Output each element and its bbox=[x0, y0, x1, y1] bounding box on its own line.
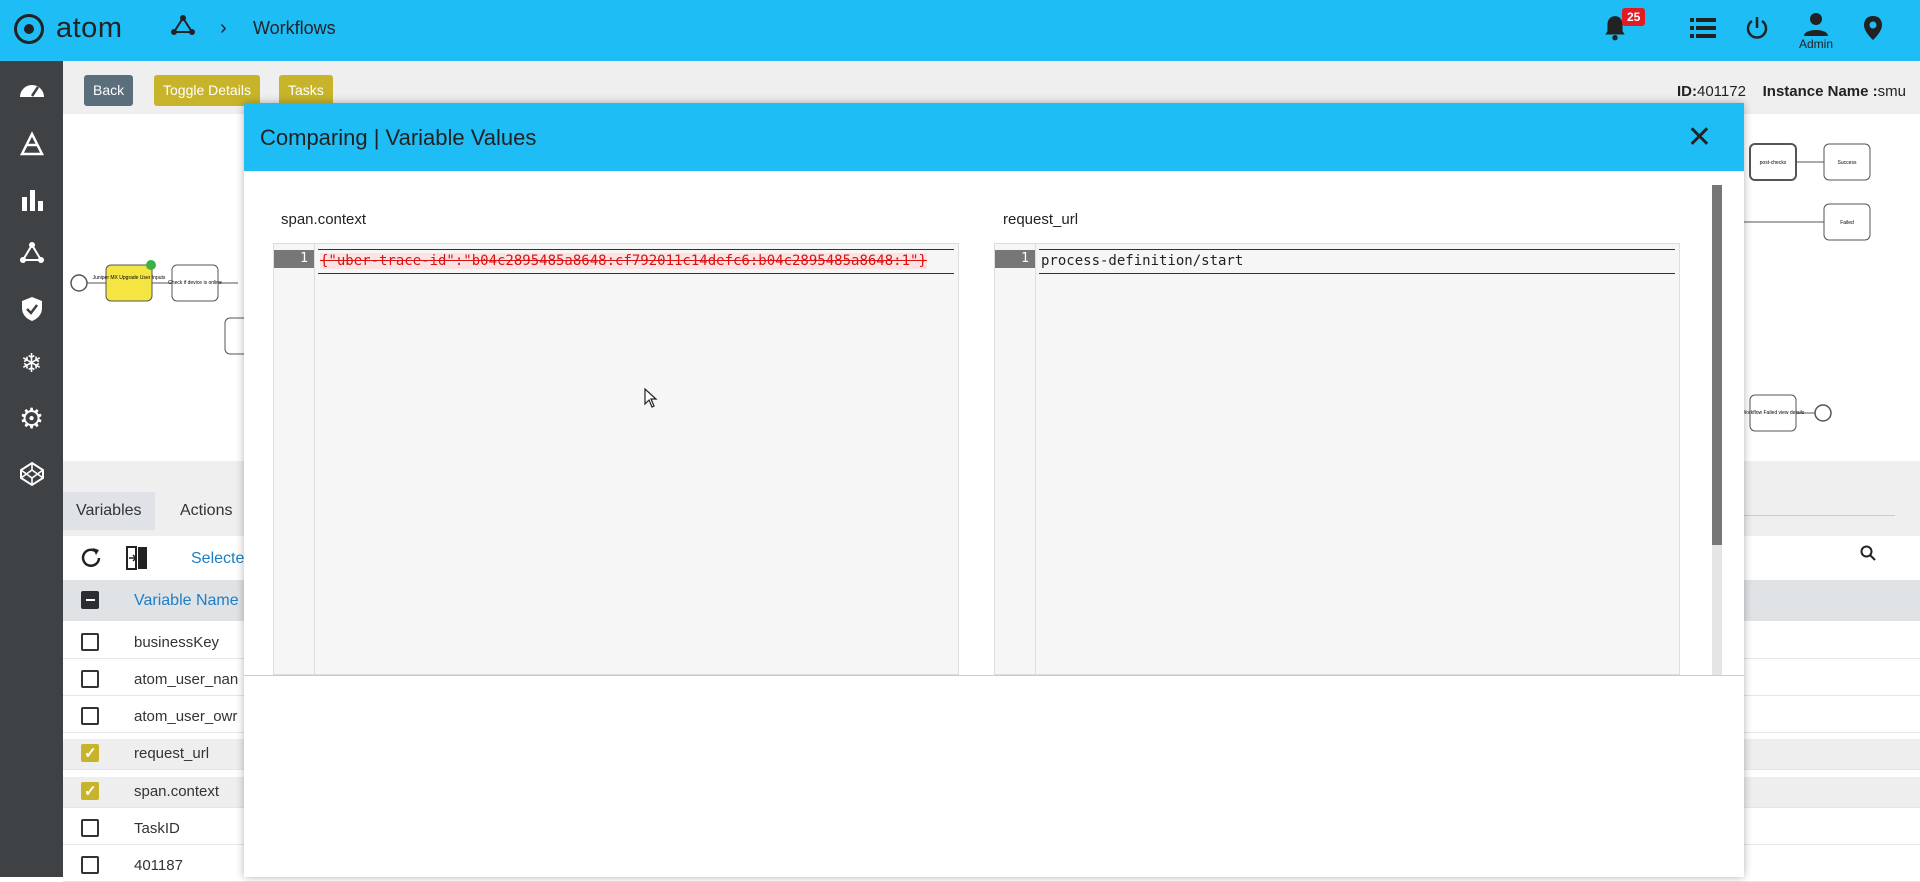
modal-header: Comparing | Variable Values ✕ bbox=[244, 103, 1744, 171]
code-line: {"uber-trace-id":"b04c2895485a8648:cf792… bbox=[318, 249, 954, 274]
user-label: Admin bbox=[1799, 37, 1834, 51]
mouse-cursor-icon bbox=[644, 387, 658, 413]
compare-icon[interactable] bbox=[125, 545, 149, 576]
modal-scrollbar[interactable] bbox=[1712, 185, 1722, 675]
shield-check-icon bbox=[21, 296, 42, 321]
app-name: atom bbox=[56, 12, 123, 44]
line-number: 1 bbox=[274, 250, 314, 268]
node-label: Juniper MX Upgrade User Inputs bbox=[93, 275, 166, 281]
devices-icon bbox=[19, 130, 44, 155]
sidebar-item-devices[interactable] bbox=[0, 116, 63, 171]
right-code-editor[interactable]: 1 process-definition/start bbox=[994, 243, 1680, 675]
variable-name: request_url bbox=[134, 745, 210, 762]
tab-variables[interactable]: Variables bbox=[63, 492, 155, 530]
node-label: Success bbox=[1838, 160, 1857, 166]
power-icon[interactable] bbox=[1745, 15, 1769, 46]
breadcrumb-workflows[interactable]: Workflows bbox=[253, 18, 336, 39]
dashboard-icon bbox=[19, 84, 44, 97]
row-checkbox[interactable] bbox=[81, 670, 99, 688]
row-checkbox[interactable] bbox=[81, 633, 99, 651]
row-checkbox[interactable] bbox=[81, 782, 99, 800]
atom-logo-icon bbox=[14, 13, 44, 44]
bar-chart-icon bbox=[21, 189, 43, 211]
variable-name: 401187 bbox=[134, 857, 183, 874]
node-label: Failed bbox=[1840, 220, 1854, 226]
node-label: Workflow Failed view details bbox=[1742, 410, 1805, 416]
line-number: 1 bbox=[995, 250, 1035, 268]
sidebar-item-codepen[interactable] bbox=[0, 446, 63, 501]
workflow-icon bbox=[19, 241, 44, 263]
row-checkbox[interactable] bbox=[81, 744, 99, 762]
row-checkbox[interactable] bbox=[81, 819, 99, 837]
compare-modal: Comparing | Variable Values ✕ span.conte… bbox=[244, 103, 1744, 877]
row-checkbox[interactable] bbox=[81, 707, 99, 725]
code-text: process-definition/start bbox=[1041, 253, 1244, 269]
sidebar-item-dashboard[interactable] bbox=[0, 61, 63, 116]
node-label: Check if device is online bbox=[168, 280, 222, 286]
sidebar-item-workflows[interactable] bbox=[0, 226, 63, 281]
variable-name: atom_user_owr bbox=[134, 708, 238, 725]
sidebar-item-analytics[interactable] bbox=[0, 171, 63, 226]
code-line: process-definition/start bbox=[1039, 249, 1675, 274]
refresh-icon[interactable] bbox=[79, 546, 103, 575]
sidebar: ❄ ⚙ bbox=[0, 61, 63, 877]
right-variable-label: request_url bbox=[1003, 211, 1079, 228]
sidebar-item-security[interactable] bbox=[0, 281, 63, 336]
left-variable-label: span.context bbox=[281, 211, 367, 228]
column-header-variable-name[interactable]: Variable Name bbox=[134, 592, 239, 610]
list-icon[interactable] bbox=[1690, 17, 1716, 44]
notification-badge: 25 bbox=[1622, 8, 1646, 26]
selected-link[interactable]: Selecte bbox=[191, 550, 244, 568]
chevron-right-icon: › bbox=[220, 17, 227, 39]
gear-icon: ⚙ bbox=[18, 403, 45, 434]
node-label: post-checks bbox=[1760, 160, 1787, 166]
search-icon[interactable] bbox=[1860, 545, 1876, 566]
logo[interactable]: atom bbox=[14, 12, 122, 45]
modal-title: Comparing | Variable Values bbox=[260, 125, 537, 150]
removed-code: {"uber-trace-id":"b04c2895485a8648:cf792… bbox=[320, 253, 927, 269]
snowflake-icon: ❄ bbox=[20, 348, 43, 378]
variable-name: span.context bbox=[134, 783, 220, 800]
scrollbar-thumb[interactable] bbox=[1712, 185, 1722, 545]
left-code-editor[interactable]: 1 {"uber-trace-id":"b04c2895485a8648:cf7… bbox=[273, 243, 959, 675]
tab-actions[interactable]: Actions bbox=[167, 492, 245, 530]
line-gutter: 1 bbox=[274, 244, 315, 674]
sidebar-item-settings[interactable]: ⚙ bbox=[0, 391, 63, 446]
variable-name: TaskID bbox=[134, 820, 180, 837]
toggle-details-button[interactable]: Toggle Details bbox=[154, 75, 260, 106]
back-button[interactable]: Back bbox=[84, 75, 134, 106]
codepen-icon bbox=[19, 461, 44, 486]
close-icon[interactable]: ✕ bbox=[1687, 120, 1712, 155]
location-icon[interactable] bbox=[1863, 15, 1883, 46]
row-checkbox[interactable] bbox=[81, 856, 99, 874]
line-gutter: 1 bbox=[995, 244, 1036, 674]
variable-name: atom_user_nan bbox=[134, 671, 239, 688]
top-bar: atom › Workflows 25 Admin bbox=[0, 0, 1920, 61]
tasks-button[interactable]: Tasks bbox=[279, 75, 333, 106]
sidebar-item-snowflake[interactable]: ❄ bbox=[0, 336, 63, 391]
instance-info: ID:401172 Instance Name :smu bbox=[1676, 83, 1906, 100]
variable-name: businessKey bbox=[134, 634, 220, 651]
workflow-icon[interactable] bbox=[170, 14, 196, 45]
select-all-checkbox[interactable] bbox=[81, 591, 99, 609]
modal-body: span.context request_url 1 {"uber-trace-… bbox=[244, 171, 1744, 676]
